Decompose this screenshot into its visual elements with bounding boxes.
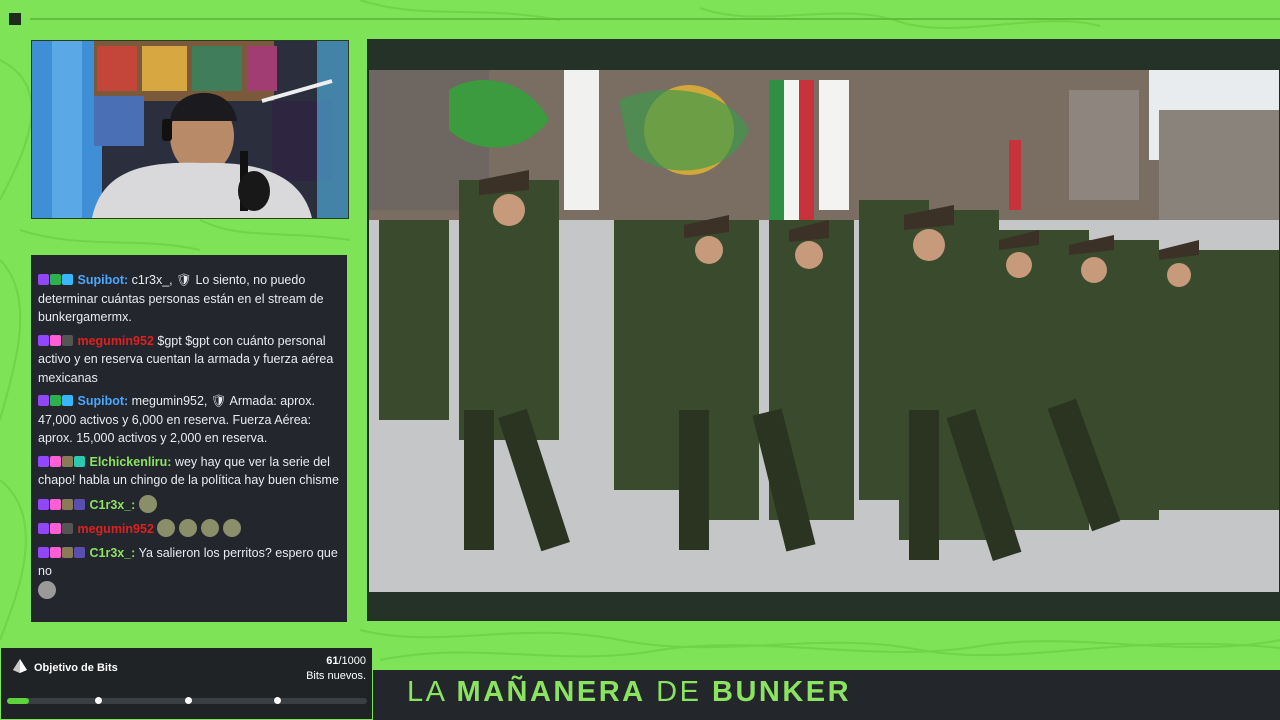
chat-panel: Supibot: c1r3x_, 🛡 Lo siento, no puedo d… <box>31 255 347 622</box>
bits-subtitle: Bits nuevos. <box>306 670 366 682</box>
chat-message: megumin952 <box>38 519 341 539</box>
bits-current: 61 <box>326 655 339 667</box>
show-title-word: LA <box>407 676 446 708</box>
chat-message: megumin952 $gpt $gpt con cuánto personal… <box>38 332 341 388</box>
bits-goal-title: Objetivo de Bits <box>34 662 118 674</box>
skull-emote-icon <box>38 580 56 599</box>
webcam-feed <box>31 40 349 219</box>
parade-video-image <box>369 70 1279 592</box>
shield-badge-icon <box>62 455 73 467</box>
twitch-badge-icon <box>38 523 49 534</box>
show-title-banner: LA MAÑANERA DE BUNKER <box>373 670 1280 720</box>
twitch-badge-icon <box>38 498 49 510</box>
chat-username[interactable]: Elchickenliru: <box>89 455 171 469</box>
chat-message: C1r3x_: Ya salieron los perritos? espero… <box>38 544 341 601</box>
chat-username[interactable]: C1r3x_: <box>89 498 135 512</box>
show-title-word: MAÑANERA <box>456 676 646 708</box>
show-title-word: BUNKER <box>712 676 852 708</box>
chat-username[interactable]: Supibot: <box>77 273 128 287</box>
show-title: LA MAÑANERA DE BUNKER <box>407 676 851 709</box>
twitch-badge-icon <box>38 274 49 285</box>
soldier-emote-icon <box>138 494 157 513</box>
square-icon <box>9 13 21 25</box>
chat-message: C1r3x_: <box>38 494 341 515</box>
sword-badge-icon <box>50 395 61 406</box>
gem-badge-icon <box>74 455 85 467</box>
soldier-emote-icon <box>179 519 198 537</box>
twitch-badge-icon <box>38 395 49 406</box>
bits-goal-count: 61/1000 <box>326 655 366 667</box>
chat-username[interactable]: megumin952 <box>77 522 153 536</box>
chat-message: Elchickenliru: wey hay que ver la serie … <box>38 453 341 490</box>
progress-marker <box>95 697 102 704</box>
triangle-bits-icon <box>13 659 27 673</box>
heart-badge-icon <box>50 334 61 346</box>
chat-message: Supibot: c1r3x_, 🛡 Lo siento, no puedo d… <box>38 271 341 327</box>
shield-badge-icon <box>62 546 73 558</box>
soldier-emote-icon <box>157 519 176 537</box>
bits-progress-fill <box>7 698 29 704</box>
sword-badge-icon <box>50 274 61 285</box>
chat-message: Supibot: megumin952, 🛡 Armada: aprox. 47… <box>38 392 341 448</box>
show-title-word: DE <box>656 676 702 708</box>
sword-badge-icon <box>62 523 73 534</box>
soldier-emote-icon <box>201 519 220 537</box>
progress-marker <box>185 697 192 704</box>
top-divider <box>30 18 1280 20</box>
bot-badge-icon <box>62 274 73 285</box>
heart-badge-icon <box>50 498 61 510</box>
streamer-camera-image <box>32 41 348 218</box>
heart-badge-icon <box>50 523 61 534</box>
bars-badge-icon <box>74 498 85 510</box>
video-top-bar <box>367 39 1280 70</box>
video-bottom-bar <box>367 592 1280 621</box>
bits-progress-bar <box>7 697 367 704</box>
bars-badge-icon <box>74 546 85 558</box>
bits-goal-widget: Objetivo de Bits 61/1000 Bits nuevos. <box>0 647 373 720</box>
chat-username[interactable]: C1r3x_: <box>89 546 135 560</box>
bot-badge-icon <box>62 395 73 406</box>
chat-username[interactable]: megumin952 <box>77 334 153 348</box>
twitch-badge-icon <box>38 546 49 558</box>
soldier-emote-icon <box>223 519 242 537</box>
sword-badge-icon <box>62 334 73 346</box>
heart-badge-icon <box>50 546 61 558</box>
progress-marker <box>274 697 281 704</box>
video-player[interactable] <box>367 39 1280 621</box>
chat-username[interactable]: Supibot: <box>77 394 128 408</box>
twitch-badge-icon <box>38 334 49 346</box>
heart-badge-icon <box>50 455 61 467</box>
bits-goal-total: /1000 <box>338 655 366 667</box>
twitch-badge-icon <box>38 455 49 467</box>
shield-badge-icon <box>62 498 73 510</box>
